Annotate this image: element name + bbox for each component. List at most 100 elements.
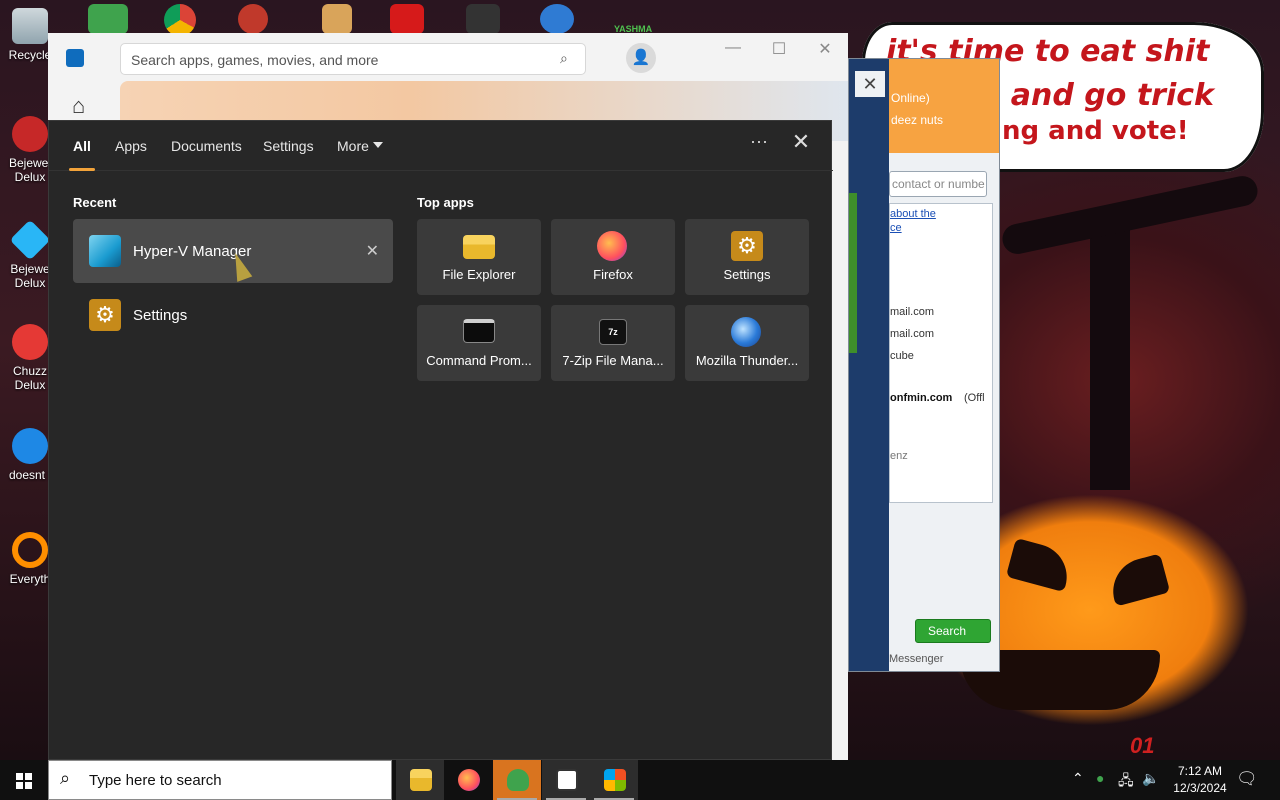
people-icon[interactable]: ●: [1096, 770, 1104, 786]
recent-item-settings[interactable]: ⚙ Settings: [73, 283, 393, 347]
bird-icon[interactable]: [540, 4, 574, 34]
app-tile-file-explorer[interactable]: File Explorer: [417, 219, 541, 295]
home-icon[interactable]: ⌂: [72, 93, 85, 119]
clock-date: 12/3/2024: [1173, 781, 1227, 795]
taskbar-search-input[interactable]: Type here to search: [48, 760, 392, 800]
7zip-icon: 7z: [599, 319, 627, 345]
messenger-username: deez nuts: [891, 113, 944, 127]
tab-all[interactable]: All: [73, 138, 91, 154]
app-tile-firefox[interactable]: Firefox: [551, 219, 675, 295]
file-explorer-icon: [463, 235, 495, 259]
contact-item[interactable]: mail.com: [890, 328, 934, 340]
pumpkin-eye-right: [1105, 553, 1171, 607]
messenger-link[interactable]: about the: [890, 208, 936, 220]
solitaire-icon: [556, 769, 578, 791]
settings-gear-icon: ⚙: [89, 299, 121, 331]
network-icon[interactable]: 🖧: [1118, 770, 1134, 794]
tree-trunk: [1090, 230, 1130, 490]
firefox-icon: [597, 231, 627, 261]
app-tile-label: Mozilla Thunder...: [695, 353, 799, 368]
taskbar-app-messenger[interactable]: [493, 760, 541, 800]
hyper-v-icon: [89, 235, 121, 267]
app-tile-command-prompt[interactable]: Command Prom...: [417, 305, 541, 381]
maximize-button[interactable]: ☐: [764, 39, 794, 59]
start-button[interactable]: [0, 760, 48, 800]
contact-item[interactable]: mail.com: [890, 306, 934, 318]
taskbar-app-store[interactable]: [590, 760, 638, 800]
messenger-icon: [507, 769, 529, 791]
taskbar-app-solitaire[interactable]: [542, 760, 590, 800]
flash-icon[interactable]: [390, 4, 424, 34]
messenger-header: Online) deez nuts: [889, 59, 999, 153]
speech-line-2: e and go trick: [980, 78, 1214, 113]
search-flyout: All Apps Documents Settings More ··· ✕ R…: [48, 120, 833, 760]
flyout-close-button[interactable]: ✕: [787, 129, 815, 155]
recent-item-hyper-v[interactable]: Hyper-V Manager ✕: [73, 219, 393, 283]
notifications-icon[interactable]: 🗨: [1236, 769, 1258, 789]
windows-logo-icon: [16, 773, 32, 789]
clock-time: 7:12 AM: [1177, 764, 1223, 778]
recycle-bin-icon: [12, 8, 48, 44]
messenger-close-button[interactable]: ✕: [855, 71, 885, 97]
chevron-up-icon[interactable]: ⌃: [1072, 770, 1084, 787]
command-prompt-icon: [463, 319, 495, 343]
desktop-icon-label: Chuzz Delux: [12, 364, 47, 392]
active-tab-indicator: [69, 168, 95, 171]
messenger-search-input[interactable]: contact or numbe: [889, 171, 987, 197]
tab-more[interactable]: More: [337, 138, 369, 154]
tab-apps[interactable]: Apps: [115, 138, 147, 154]
chevron-down-icon[interactable]: [373, 142, 383, 148]
chrome-icon[interactable]: [164, 4, 196, 36]
taskbar-app-firefox[interactable]: [444, 760, 492, 800]
everything-search-icon: [12, 532, 48, 568]
volume-icon[interactable]: 🔈: [1142, 770, 1159, 787]
contact-item[interactable]: enz: [890, 450, 908, 462]
app-tile-label: Settings: [723, 267, 771, 282]
contact-item[interactable]: cube: [890, 350, 914, 362]
remove-recent-icon[interactable]: ✕: [366, 241, 379, 261]
archive-icon[interactable]: [322, 4, 352, 34]
pumpkin-eye-left: [1005, 537, 1075, 593]
vivaldi-icon[interactable]: [238, 4, 268, 34]
app-tile-label: Command Prom...: [426, 353, 532, 368]
app-tile-label: Firefox: [593, 267, 633, 282]
app-tile-thunderbird[interactable]: Mozilla Thunder...: [685, 305, 809, 381]
messenger-link[interactable]: ce: [890, 222, 902, 234]
thunderbird-icon: [12, 428, 48, 464]
tab-settings[interactable]: Settings: [263, 138, 314, 154]
bejeweled-icon: [12, 116, 48, 152]
close-button[interactable]: ✕: [810, 39, 840, 59]
speech-line-3: ng and vote!: [1002, 116, 1189, 146]
desktop-icon-label: Bejewel Delux: [8, 156, 52, 184]
tree-branch: [999, 173, 1261, 257]
chuzzle-icon: [12, 324, 48, 360]
tab-documents[interactable]: Documents: [171, 138, 242, 154]
thunderbird-icon: [731, 317, 761, 347]
messenger-sidebar: [849, 59, 889, 671]
app-tile-label: File Explorer: [442, 267, 516, 282]
contact-item-bold[interactable]: onfmin.com: [890, 392, 952, 404]
store-logo-icon: [66, 49, 84, 67]
messenger-contact-list[interactable]: about the ce mail.com mail.com cube onfm…: [889, 203, 993, 503]
taskbar-app-file-explorer[interactable]: [396, 760, 444, 800]
contact-item-status: (Offl: [964, 392, 985, 404]
desktop-icon-label: Bejewe Delux: [10, 262, 50, 290]
wallpaper-corner-text: 01: [1130, 733, 1155, 758]
messenger-people-icon[interactable]: [88, 4, 128, 34]
messenger-accent-strip: [849, 193, 857, 353]
system-clock[interactable]: 7:12 AM 12/3/2024: [1160, 763, 1240, 797]
app-tile-7zip[interactable]: 7z 7-Zip File Mana...: [551, 305, 675, 381]
firefox-icon: [458, 769, 480, 791]
messenger-window[interactable]: ✕ Online) deez nuts contact or numbe abo…: [848, 58, 1000, 672]
game-icon[interactable]: [466, 4, 500, 34]
app-tile-settings[interactable]: ⚙ Settings: [685, 219, 809, 295]
file-explorer-icon: [410, 769, 432, 791]
minimize-button[interactable]: —: [718, 39, 748, 57]
app-tile-label: 7-Zip File Mana...: [562, 353, 664, 368]
search-icon: ⌕: [60, 768, 71, 788]
account-icon[interactable]: 👤: [626, 43, 656, 73]
messenger-search-button[interactable]: Search: [915, 619, 991, 643]
search-icon[interactable]: ⌕: [560, 50, 838, 67]
store-search-input[interactable]: Search apps, games, movies, and more: [120, 43, 586, 75]
more-options-button[interactable]: ···: [747, 131, 771, 152]
